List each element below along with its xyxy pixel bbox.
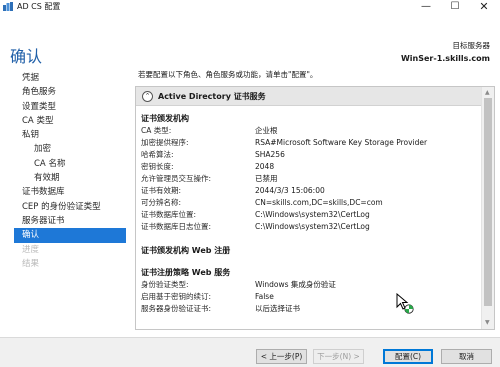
summary-row: 证书数据库位置: C:\Windows\system32\CertLog	[141, 209, 471, 221]
title-bar: AD CS 配置 — ☐ ✕	[0, 0, 500, 14]
intro-text: 若要配置以下角色、角色服务或功能，请单击"配置"。	[138, 70, 318, 79]
summary-row: 密钥长度: 2048	[141, 161, 471, 173]
row-value: 企业根	[255, 126, 278, 135]
sidebar-item-label: CEP 的身份验证类型	[22, 201, 101, 212]
summary-row: 启用基于密钥的续订: False	[141, 291, 471, 303]
sidebar-item-label: 私钥	[22, 130, 40, 141]
group-header[interactable]: ⌃ Active Directory 证书服务	[136, 87, 481, 106]
sidebar-item-results: 结果	[14, 257, 126, 271]
sidebar-item-label: 服务器证书	[22, 215, 65, 226]
section-title-ca: 证书颁发机构	[141, 114, 189, 123]
collapse-chevron-icon[interactable]: ⌃	[142, 91, 153, 102]
row-value: C:\Windows\system32\CertLog	[255, 210, 370, 219]
page-title: 确认	[10, 47, 43, 66]
row-key: 证书数据库日志位置:	[141, 222, 212, 231]
sidebar-item-credentials[interactable]: 凭据	[14, 71, 126, 85]
row-value: RSA#Microsoft Software Key Storage Provi…	[255, 138, 428, 147]
busy-pointer-icon	[396, 293, 414, 314]
row-key: 加密提供程序:	[141, 138, 189, 147]
row-key: 服务器身份验证证书:	[141, 304, 212, 313]
maximize-button[interactable]: ☐	[441, 0, 469, 14]
sidebar-item-certificate-database[interactable]: 证书数据库	[14, 185, 126, 199]
row-value: C:\Windows\system32\CertLog	[255, 222, 370, 231]
sidebar-item-ca-type[interactable]: CA 类型	[14, 114, 126, 128]
row-value: CN=skills.com,DC=skills,DC=com	[255, 198, 383, 207]
window-title: AD CS 配置	[17, 2, 61, 11]
vertical-scrollbar[interactable]: ▲ ▼	[481, 87, 494, 329]
sidebar-item-label: 结果	[22, 258, 40, 269]
sidebar-item-server-certificate[interactable]: 服务器证书	[14, 214, 126, 228]
sidebar-item-label: 角色服务	[22, 87, 57, 98]
row-value: 2048	[255, 162, 275, 171]
row-key: 哈希算法:	[141, 150, 174, 159]
minimize-button[interactable]: —	[412, 0, 440, 14]
sidebar-item-label: CA 名称	[34, 158, 66, 169]
sidebar-item-label: CA 类型	[22, 115, 54, 126]
summary-row: CA 类型: 企业根	[141, 125, 471, 137]
wizard-footer: < 上一步(P) 下一步(N) > 配置(C) 取消	[0, 337, 500, 367]
close-button[interactable]: ✕	[470, 0, 498, 14]
row-key: 身份验证类型:	[141, 280, 189, 289]
row-key: 证书有效期:	[141, 186, 182, 195]
sidebar-item-confirmation[interactable]: 确认	[14, 228, 126, 243]
scroll-down-arrow-icon[interactable]: ▼	[485, 319, 490, 326]
sidebar-item-label: 凭据	[22, 73, 40, 83]
target-server-name: WinSer-1.skills.com	[400, 54, 490, 63]
sidebar-item-progress: 进度	[14, 243, 126, 257]
summary-row: 哈希算法: SHA256	[141, 149, 471, 161]
row-value: 2044/3/3 15:06:00	[255, 186, 325, 195]
target-server-label: 目标服务器	[452, 41, 491, 50]
sidebar-item-label: 设置类型	[22, 101, 57, 112]
row-key: 启用基于密钥的续订:	[141, 292, 212, 301]
page-header: 确认 目标服务器 WinSer-1.skills.com	[0, 14, 500, 66]
server-manager-icon	[3, 2, 13, 11]
row-key: 证书数据库位置:	[141, 210, 197, 219]
sidebar-item-label: 有效期	[34, 173, 60, 184]
sidebar-item-private-key[interactable]: 私钥	[14, 128, 126, 142]
sidebar-item-role-services[interactable]: 角色服务	[14, 85, 126, 99]
summary-row: 允许管理员交互操作: 已禁用	[141, 173, 471, 185]
section-title-ca-web-enrollment: 证书颁发机构 Web 注册	[141, 246, 231, 255]
row-key: 可分辨名称:	[141, 198, 182, 207]
cancel-button[interactable]: 取消	[441, 349, 492, 364]
previous-button[interactable]: < 上一步(P)	[256, 349, 307, 364]
sidebar-item-ca-name[interactable]: CA 名称	[14, 157, 126, 171]
confirmation-summary-panel: ⌃ Active Directory 证书服务 证书颁发机构 CA 类型: 企业…	[135, 86, 495, 330]
wizard-navigation: 凭据 角色服务 设置类型 CA 类型 私钥 加密 CA 名称 有效期 证书数据库…	[14, 71, 126, 271]
group-title: Active Directory 证书服务	[158, 92, 266, 101]
sidebar-item-cryptography[interactable]: 加密	[14, 142, 126, 156]
sidebar-item-label: 确认	[22, 230, 40, 241]
section-title-cep: 证书注册策略 Web 服务	[141, 268, 231, 277]
row-value: 已禁用	[255, 174, 278, 183]
sidebar-item-label: 进度	[22, 244, 40, 255]
scrollbar-thumb[interactable]	[484, 98, 492, 306]
scroll-up-arrow-icon[interactable]: ▲	[485, 89, 490, 96]
row-key: 密钥长度:	[141, 162, 174, 171]
configure-button[interactable]: 配置(C)	[383, 349, 433, 364]
row-value: 以后选择证书	[255, 304, 300, 313]
row-key: CA 类型:	[141, 126, 172, 135]
summary-row: 身份验证类型: Windows 集成身份验证	[141, 279, 471, 291]
sidebar-item-setup-type[interactable]: 设置类型	[14, 100, 126, 114]
summary-row: 证书数据库日志位置: C:\Windows\system32\CertLog	[141, 221, 471, 233]
sidebar-item-label: 加密	[34, 144, 52, 155]
sidebar-item-label: 证书数据库	[22, 187, 65, 198]
row-value: False	[255, 292, 274, 301]
summary-row: 可分辨名称: CN=skills.com,DC=skills,DC=com	[141, 197, 471, 209]
summary-row: 加密提供程序: RSA#Microsoft Software Key Stora…	[141, 137, 471, 149]
next-button: 下一步(N) >	[313, 349, 364, 364]
summary-row: 服务器身份验证证书: 以后选择证书	[141, 303, 471, 315]
sidebar-item-validity-period[interactable]: 有效期	[14, 171, 126, 185]
row-key: 允许管理员交互操作:	[141, 174, 212, 183]
summary-row: 证书有效期: 2044/3/3 15:06:00	[141, 185, 471, 197]
row-value: SHA256	[255, 150, 285, 159]
sidebar-item-cep-auth-type[interactable]: CEP 的身份验证类型	[14, 200, 126, 214]
row-value: Windows 集成身份验证	[255, 280, 336, 289]
